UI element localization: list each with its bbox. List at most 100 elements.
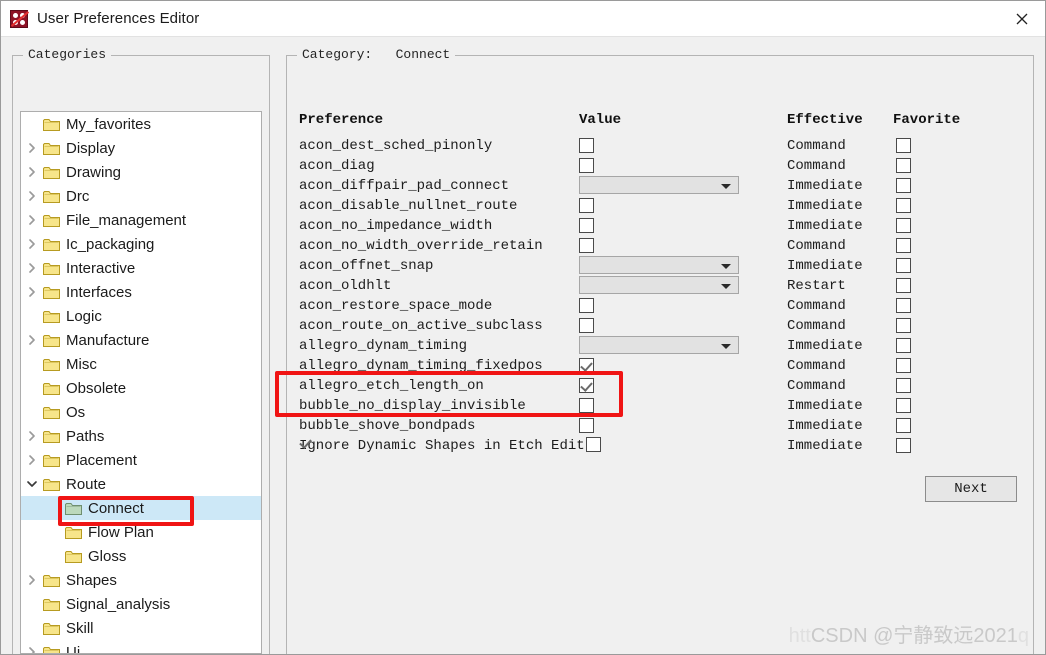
- tree-item-flow-plan[interactable]: Flow Plan: [21, 520, 261, 544]
- favorite-checkbox[interactable]: [896, 218, 911, 233]
- chevron-right-icon[interactable]: [21, 334, 43, 346]
- tree-item-ic-packaging[interactable]: Ic_packaging: [21, 232, 261, 256]
- tree-item-interfaces[interactable]: Interfaces: [21, 280, 261, 304]
- tree-item-logic[interactable]: Logic: [21, 304, 261, 328]
- tree-item-route[interactable]: Route: [21, 472, 261, 496]
- chevron-right-icon[interactable]: [21, 430, 43, 442]
- tree-item-obsolete[interactable]: Obsolete: [21, 376, 261, 400]
- value-dropdown[interactable]: [579, 176, 739, 194]
- favorite-checkbox[interactable]: [896, 298, 911, 313]
- value-checkbox[interactable]: [579, 138, 594, 153]
- chevron-right-icon[interactable]: [21, 454, 43, 466]
- tree-item-paths[interactable]: Paths: [21, 424, 261, 448]
- category-groupbox: Category: Connect Preference Value Effec…: [286, 47, 1034, 654]
- preference-name: acon_offnet_snap: [299, 258, 434, 274]
- favorite-checkbox[interactable]: [896, 138, 911, 153]
- preference-row: acon_restore_space_mode Command: [299, 296, 1023, 316]
- favorite-checkbox[interactable]: [896, 178, 911, 193]
- value-dropdown[interactable]: [579, 276, 739, 294]
- tree-item-label: Manufacture: [66, 331, 150, 349]
- chevron-right-icon[interactable]: [21, 286, 43, 298]
- folder-icon: [43, 622, 60, 635]
- favorite-checkbox[interactable]: [896, 158, 911, 173]
- preference-name: acon_disable_nullnet_route: [299, 198, 518, 214]
- tree-item-label: Connect: [88, 499, 144, 517]
- categories-legend: Categories: [23, 47, 112, 62]
- value-checkbox[interactable]: [579, 358, 594, 373]
- tree-item-skill[interactable]: Skill: [21, 616, 261, 640]
- content-area: Categories My_favorites Display Drawing Drc…: [1, 37, 1045, 654]
- chevron-down-icon[interactable]: [21, 479, 43, 489]
- favorite-checkbox[interactable]: [896, 378, 911, 393]
- tree-item-drc[interactable]: Drc: [21, 184, 261, 208]
- value-checkbox[interactable]: [585, 437, 601, 452]
- effective-value: Immediate: [787, 198, 863, 214]
- effective-value: Command: [787, 378, 846, 394]
- category-tree[interactable]: My_favorites Display Drawing Drc File_manage…: [20, 111, 262, 654]
- effective-value: Command: [787, 358, 846, 374]
- value-checkbox[interactable]: [579, 378, 594, 393]
- tree-item-ui[interactable]: Ui: [21, 640, 261, 653]
- value-dropdown[interactable]: [579, 256, 739, 274]
- preference-row: allegro_dynam_timing Immediate: [299, 336, 1023, 356]
- tree-item-placement[interactable]: Placement: [21, 448, 261, 472]
- chevron-right-icon[interactable]: [21, 142, 43, 154]
- preference-row: acon_no_width_override_retain Command: [299, 236, 1023, 256]
- value-dropdown[interactable]: [579, 336, 739, 354]
- preference-name: acon_restore_space_mode: [299, 298, 493, 314]
- preference-table-header: Preference Value Effective Favorite: [299, 112, 1023, 136]
- effective-value: Immediate: [787, 258, 863, 274]
- favorite-checkbox[interactable]: [896, 198, 911, 213]
- favorite-checkbox[interactable]: [896, 398, 911, 413]
- favorite-checkbox[interactable]: [896, 238, 911, 253]
- close-icon[interactable]: [999, 1, 1045, 36]
- preference-row: acon_oldhlt Restart: [299, 276, 1023, 296]
- chevron-right-icon[interactable]: [21, 190, 43, 202]
- favorite-checkbox[interactable]: [896, 278, 911, 293]
- tree-item-connect[interactable]: Connect: [21, 496, 261, 520]
- preference-row: acon_no_impedance_width Immediate: [299, 216, 1023, 236]
- chevron-right-icon[interactable]: [21, 646, 43, 653]
- tree-item-my-favorites[interactable]: My_favorites: [21, 112, 261, 136]
- value-checkbox[interactable]: [579, 218, 594, 233]
- categories-groupbox: Categories My_favorites Display Drawing Drc…: [12, 47, 270, 654]
- tree-item-file-management[interactable]: File_management: [21, 208, 261, 232]
- tree-item-drawing[interactable]: Drawing: [21, 160, 261, 184]
- chevron-right-icon[interactable]: [21, 238, 43, 250]
- chevron-right-icon[interactable]: [21, 166, 43, 178]
- tree-item-interactive[interactable]: Interactive: [21, 256, 261, 280]
- tree-item-misc[interactable]: Misc: [21, 352, 261, 376]
- favorite-checkbox[interactable]: [896, 258, 911, 273]
- tree-item-gloss[interactable]: Gloss: [21, 544, 261, 568]
- value-checkbox[interactable]: [579, 238, 594, 253]
- tree-item-signal-analysis[interactable]: Signal_analysis: [21, 592, 261, 616]
- value-checkbox[interactable]: [579, 318, 594, 333]
- folder-icon: [43, 358, 60, 371]
- favorite-checkbox[interactable]: [896, 338, 911, 353]
- favorite-checkbox[interactable]: [896, 318, 911, 333]
- chevron-right-icon[interactable]: [21, 262, 43, 274]
- preference-name: acon_no_impedance_width: [299, 218, 493, 234]
- chevron-right-icon[interactable]: [21, 574, 43, 586]
- tree-item-os[interactable]: Os: [21, 400, 261, 424]
- tree-item-label: Skill: [66, 619, 94, 637]
- tree-item-manufacture[interactable]: Manufacture: [21, 328, 261, 352]
- next-button[interactable]: Next: [925, 476, 1017, 502]
- effective-value: Command: [787, 318, 846, 334]
- tree-item-display[interactable]: Display: [21, 136, 261, 160]
- favorite-checkbox[interactable]: [896, 418, 911, 433]
- preference-name: acon_diag: [299, 158, 375, 174]
- tree-item-shapes[interactable]: Shapes: [21, 568, 261, 592]
- favorite-checkbox[interactable]: [896, 358, 911, 373]
- value-checkbox[interactable]: [579, 418, 594, 433]
- value-checkbox[interactable]: [579, 398, 594, 413]
- tree-item-label: Drawing: [66, 163, 122, 181]
- value-checkbox[interactable]: [579, 298, 594, 313]
- value-checkbox[interactable]: [579, 198, 594, 213]
- folder-icon: [43, 334, 60, 347]
- chevron-right-icon[interactable]: [21, 214, 43, 226]
- column-header-effective: Effective: [787, 112, 863, 128]
- folder-icon: [43, 262, 60, 275]
- value-checkbox[interactable]: [579, 158, 594, 173]
- favorite-checkbox[interactable]: [896, 438, 911, 453]
